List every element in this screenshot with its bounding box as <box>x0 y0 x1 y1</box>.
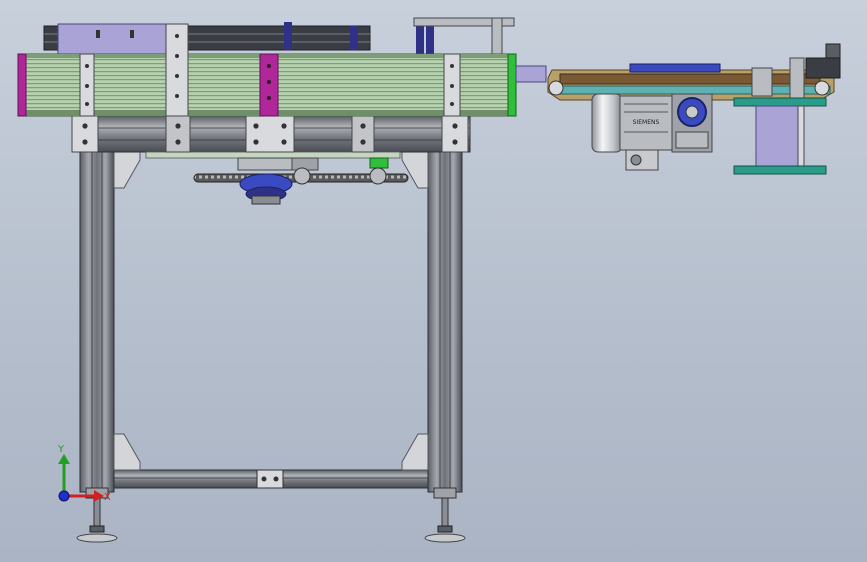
triad-x-label: X <box>104 492 111 503</box>
gusset-top-left <box>113 151 141 189</box>
drive-motor: SIEMENS <box>591 93 673 171</box>
left-leg-profile <box>79 117 115 493</box>
magenta-plate-center <box>259 53 279 117</box>
worm-gearbox <box>671 93 713 153</box>
leveling-feet <box>76 487 466 543</box>
green-end-stripe <box>507 53 517 117</box>
chain-drive-assembly <box>193 157 409 205</box>
triad-y-label: Y <box>57 444 65 455</box>
gusset-bottom-right <box>401 433 429 471</box>
bottom-center-bracket <box>256 469 284 489</box>
left-frame-assembly <box>71 115 471 493</box>
cad-viewport[interactable]: SIEMENS Y X <box>0 0 867 562</box>
motor-brand-label: SIEMENS <box>633 119 660 126</box>
magenta-end-plate-left <box>17 53 27 117</box>
right-leg-profile <box>427 117 463 493</box>
gusset-bottom-left <box>113 433 141 471</box>
gusset-top-right <box>401 151 429 189</box>
lavender-carriage <box>57 23 167 55</box>
right-conveyor-assembly: SIEMENS <box>547 43 841 175</box>
top-conveyor-assembly <box>17 17 547 117</box>
cad-assembly-drawing: SIEMENS Y X <box>17 17 841 543</box>
